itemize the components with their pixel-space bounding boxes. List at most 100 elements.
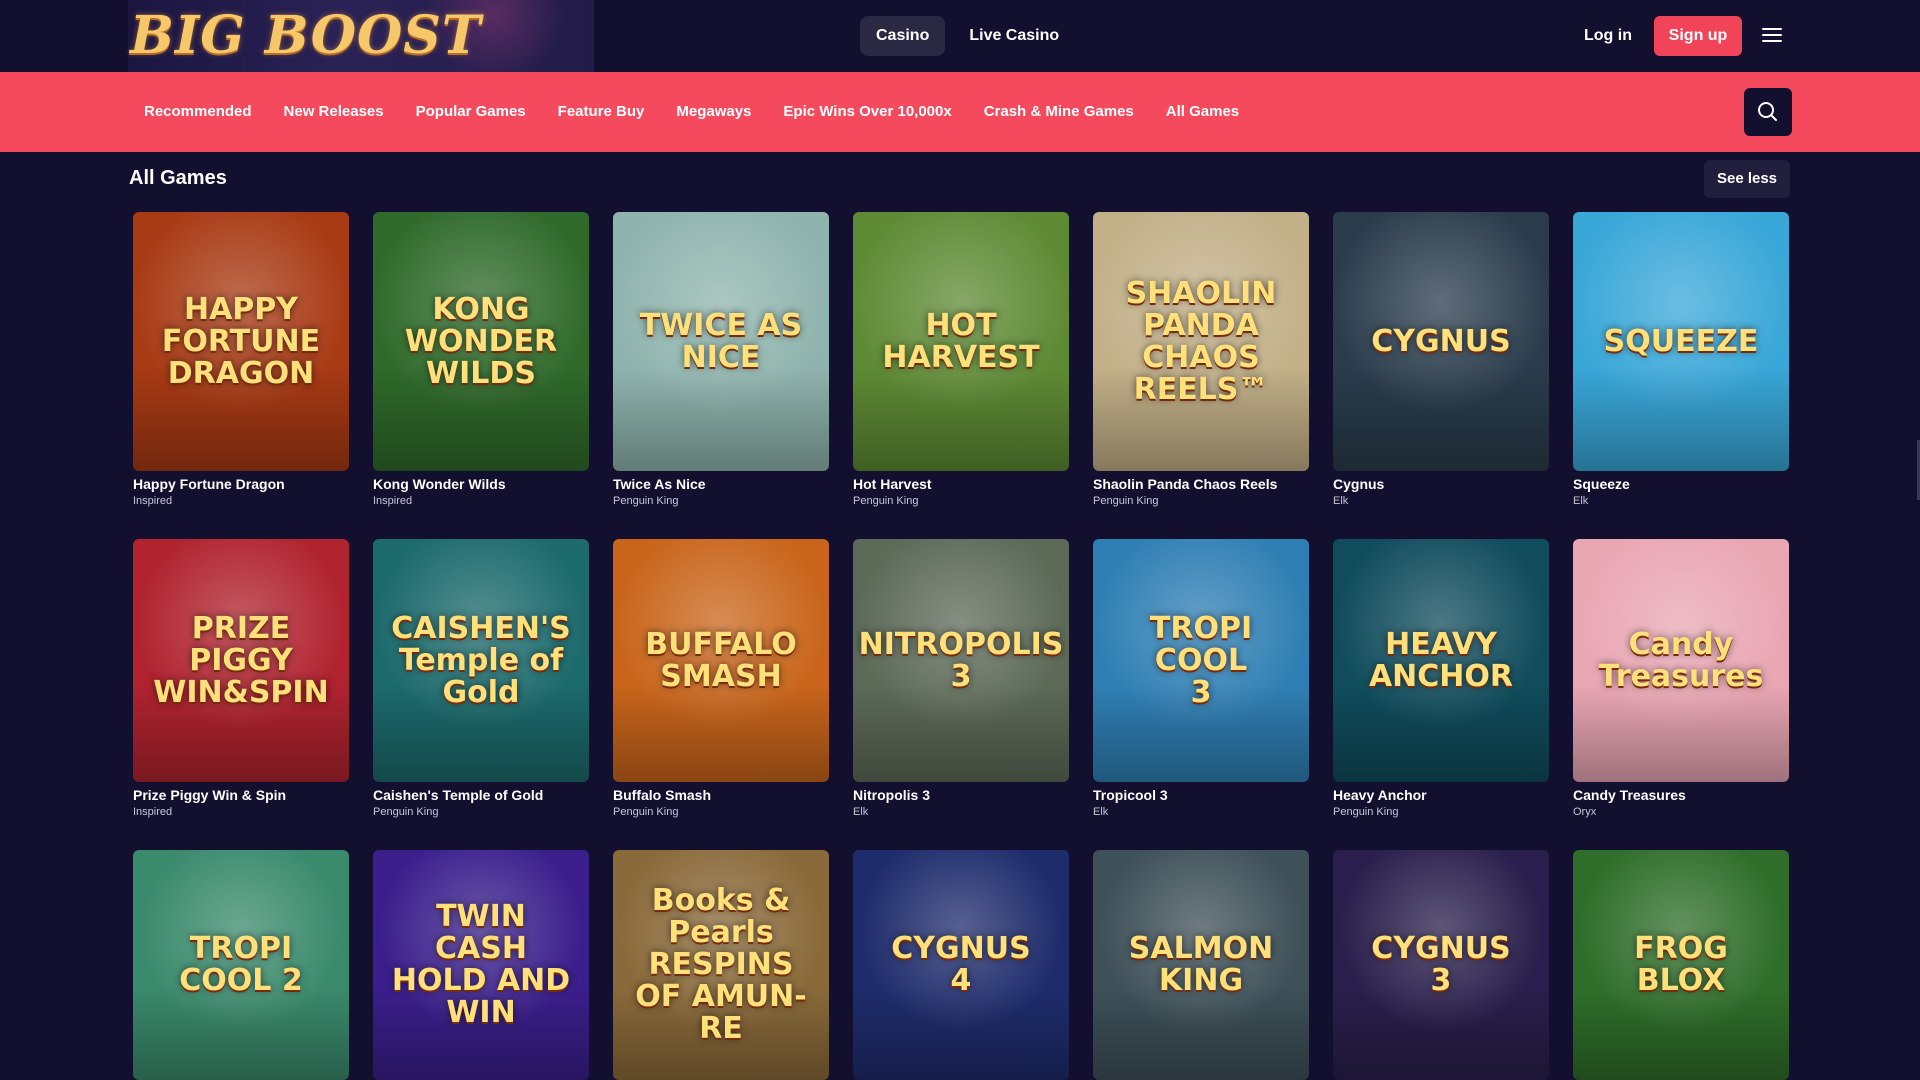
game-art-logo: HEAVY ANCHOR (1368, 626, 1514, 694)
game-name[interactable]: Buffalo Smash (613, 786, 829, 804)
game-thumbnail[interactable]: TWIN CASH HOLD AND WIN (373, 850, 589, 1080)
game-card[interactable]: TWICE AS NICE Twice As Nice Penguin King (613, 212, 829, 509)
game-name[interactable]: Tropicool 3 (1093, 786, 1309, 804)
game-card[interactable]: SHAOLIN PANDA CHAOS REELS™ Shaolin Panda … (1093, 212, 1309, 509)
game-thumbnail[interactable]: Candy Treasures (1573, 539, 1789, 782)
game-thumbnail[interactable]: SHAOLIN PANDA CHAOS REELS™ (1093, 212, 1309, 471)
see-less-button[interactable]: See less (1704, 160, 1790, 198)
category-megaways[interactable]: Megaways (676, 72, 751, 152)
game-card[interactable]: TROPI COOL 2 (133, 850, 349, 1080)
category-crash-mine[interactable]: Crash & Mine Games (984, 72, 1134, 152)
game-thumbnail[interactable]: FROG BLOX (1573, 850, 1789, 1080)
game-provider: Penguin King (1333, 806, 1399, 818)
game-art-logo: TROPI COOL 3 (1149, 610, 1253, 710)
category-list: Recommended New Releases Popular Games F… (144, 72, 1239, 152)
login-button[interactable]: Log in (1570, 16, 1646, 56)
game-card[interactable]: PRIZE PIGGY WIN&SPIN Prize Piggy Win & Sp… (133, 539, 349, 820)
game-card[interactable]: CAISHEN'S Temple of Gold Caishen's Temple… (373, 539, 589, 820)
game-name[interactable]: Squeeze (1573, 475, 1789, 493)
game-name[interactable]: Hot Harvest (853, 475, 1069, 493)
game-thumbnail[interactable]: KONG WONDER WILDS (373, 212, 589, 471)
game-thumbnail[interactable]: TWICE AS NICE (613, 212, 829, 471)
game-card[interactable]: Candy Treasures Candy Treasures Oryx (1573, 539, 1789, 820)
game-name[interactable]: Happy Fortune Dragon (133, 475, 349, 493)
game-card[interactable]: SALMON KING (1093, 850, 1309, 1080)
game-thumbnail[interactable]: CYGNUS (1333, 212, 1549, 471)
game-thumbnail[interactable]: Books & Pearls RESPINS OF AMUN-RE (613, 850, 829, 1080)
signup-button[interactable]: Sign up (1654, 16, 1742, 56)
game-card[interactable]: BUFFALO SMASH Buffalo Smash Penguin King (613, 539, 829, 820)
game-name[interactable]: Nitropolis 3 (853, 786, 1069, 804)
game-art-logo: SQUEEZE (1603, 323, 1759, 359)
game-provider: Penguin King (613, 806, 679, 818)
game-card[interactable]: CYGNUS 4 (853, 850, 1069, 1080)
game-card[interactable]: HAPPY FORTUNE DRAGON Happy Fortune Dragon… (133, 212, 349, 509)
game-name[interactable]: Caishen's Temple of Gold (373, 786, 589, 804)
game-thumbnail[interactable]: BUFFALO SMASH (613, 539, 829, 782)
category-new-releases[interactable]: New Releases (284, 72, 384, 152)
game-art-logo: TWICE AS NICE (639, 307, 803, 375)
category-recommended[interactable]: Recommended (144, 72, 252, 152)
game-card[interactable]: CYGNUS 3 (1333, 850, 1549, 1080)
game-thumbnail[interactable]: SQUEEZE (1573, 212, 1789, 471)
game-name[interactable]: Candy Treasures (1573, 786, 1789, 804)
game-thumbnail[interactable]: CYGNUS 4 (853, 850, 1069, 1080)
category-feature-buy[interactable]: Feature Buy (558, 72, 645, 152)
game-card[interactable]: NITROPOLIS 3 Nitropolis 3 Elk (853, 539, 1069, 820)
game-card[interactable]: Books & Pearls RESPINS OF AMUN-RE (613, 850, 829, 1080)
top-nav: Casino Live Casino (860, 16, 1075, 56)
game-thumbnail[interactable]: HAPPY FORTUNE DRAGON (133, 212, 349, 471)
search-icon (1758, 102, 1777, 121)
top-bar: BIG BOOST Casino Live Casino Log in Sign… (0, 0, 1920, 72)
game-art-logo: CYGNUS 3 (1371, 931, 1511, 998)
game-provider: Penguin King (853, 495, 919, 507)
game-art-logo: TWIN CASH HOLD AND WIN (391, 899, 571, 1030)
game-card[interactable]: KONG WONDER WILDS Kong Wonder Wilds Inspir… (373, 212, 589, 509)
game-thumbnail[interactable]: CYGNUS 3 (1333, 850, 1549, 1080)
brand-logo[interactable]: BIG BOOST (130, 6, 482, 66)
category-epic-wins[interactable]: Epic Wins Over 10,000x (783, 72, 951, 152)
game-name[interactable]: Twice As Nice (613, 475, 829, 493)
game-art-logo: HOT HARVEST (882, 307, 1040, 375)
game-card[interactable]: FROG BLOX (1573, 850, 1789, 1080)
game-provider: Elk (853, 806, 869, 818)
game-provider: Oryx (1573, 806, 1597, 818)
game-thumbnail[interactable]: PRIZE PIGGY WIN&SPIN (133, 539, 349, 782)
game-art-logo: CAISHEN'S Temple of Gold (391, 610, 571, 710)
game-name[interactable]: Heavy Anchor (1333, 786, 1549, 804)
game-art-logo: BUFFALO SMASH (645, 626, 797, 694)
game-card[interactable]: CYGNUS Cygnus Elk (1333, 212, 1549, 509)
game-thumbnail[interactable]: SALMON KING (1093, 850, 1309, 1080)
game-thumbnail[interactable]: TROPI COOL 3 (1093, 539, 1309, 782)
category-popular-games[interactable]: Popular Games (416, 72, 526, 152)
section-title: All Games (129, 167, 227, 189)
game-card[interactable]: TROPI COOL 3 Tropicool 3 Elk (1093, 539, 1309, 820)
game-card[interactable]: SQUEEZE Squeeze Elk (1573, 212, 1789, 509)
game-art-logo: NITROPOLIS 3 (858, 626, 1064, 694)
game-provider: Elk (1573, 495, 1589, 507)
game-art-logo: SHAOLIN PANDA CHAOS REELS™ (1125, 275, 1277, 407)
category-all-games[interactable]: All Games (1166, 72, 1239, 152)
game-thumbnail[interactable]: HEAVY ANCHOR (1333, 539, 1549, 782)
game-art-logo: SALMON KING (1128, 931, 1274, 998)
search-button[interactable] (1744, 88, 1792, 136)
tab-casino[interactable]: Casino (860, 16, 946, 56)
game-card[interactable]: HOT HARVEST Hot Harvest Penguin King (853, 212, 1069, 509)
game-name[interactable]: Prize Piggy Win & Spin (133, 786, 349, 804)
game-thumbnail[interactable]: NITROPOLIS 3 (853, 539, 1069, 782)
game-provider: Inspired (133, 806, 173, 818)
tab-live-casino[interactable]: Live Casino (953, 16, 1075, 56)
game-provider: Elk (1333, 495, 1349, 507)
game-art-logo: CYGNUS (1371, 323, 1511, 359)
game-thumbnail[interactable]: CAISHEN'S Temple of Gold (373, 539, 589, 782)
hamburger-menu-icon[interactable] (1760, 24, 1784, 48)
game-card[interactable]: TWIN CASH HOLD AND WIN (373, 850, 589, 1080)
game-art-logo: FROG BLOX (1634, 931, 1728, 998)
game-card[interactable]: HEAVY ANCHOR Heavy Anchor Penguin King (1333, 539, 1549, 820)
game-name[interactable]: Cygnus (1333, 475, 1549, 493)
game-name[interactable]: Shaolin Panda Chaos Reels (1093, 475, 1309, 493)
game-name[interactable]: Kong Wonder Wilds (373, 475, 589, 493)
game-art-logo: Candy Treasures (1598, 626, 1764, 694)
game-thumbnail[interactable]: HOT HARVEST (853, 212, 1069, 471)
game-thumbnail[interactable]: TROPI COOL 2 (133, 850, 349, 1080)
